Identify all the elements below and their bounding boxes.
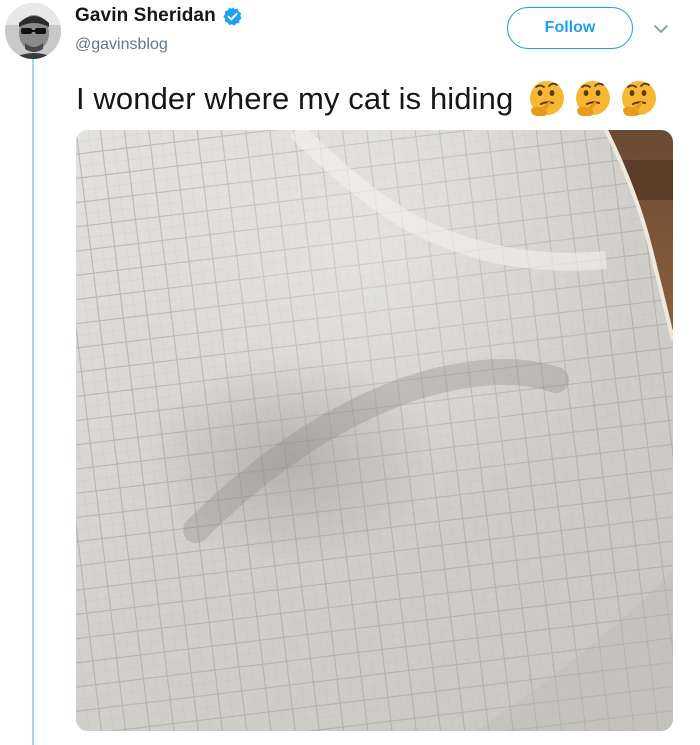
thinking-face-icon — [618, 78, 660, 120]
user-name[interactable]: Gavin Sheridan — [75, 5, 216, 27]
user-handle[interactable]: @gavinsblog — [75, 36, 243, 54]
thinking-face-icon — [526, 78, 568, 120]
emoji-group — [526, 78, 660, 120]
avatar[interactable] — [5, 3, 61, 59]
follow-button[interactable]: Follow — [507, 7, 633, 49]
tweet-text: I wonder where my cat is hiding — [76, 78, 660, 120]
chevron-down-icon[interactable] — [651, 19, 671, 39]
tweet: Gavin Sheridan @gavinsblog Follow I wond… — [0, 0, 700, 745]
thinking-face-icon — [572, 78, 614, 120]
author-block: Gavin Sheridan @gavinsblog — [75, 4, 243, 54]
thread-line — [32, 58, 34, 745]
name-row: Gavin Sheridan — [75, 4, 243, 28]
tweet-text-content: I wonder where my cat is hiding — [76, 81, 514, 116]
tweet-photo[interactable] — [76, 130, 673, 731]
verified-badge-icon — [222, 6, 243, 27]
